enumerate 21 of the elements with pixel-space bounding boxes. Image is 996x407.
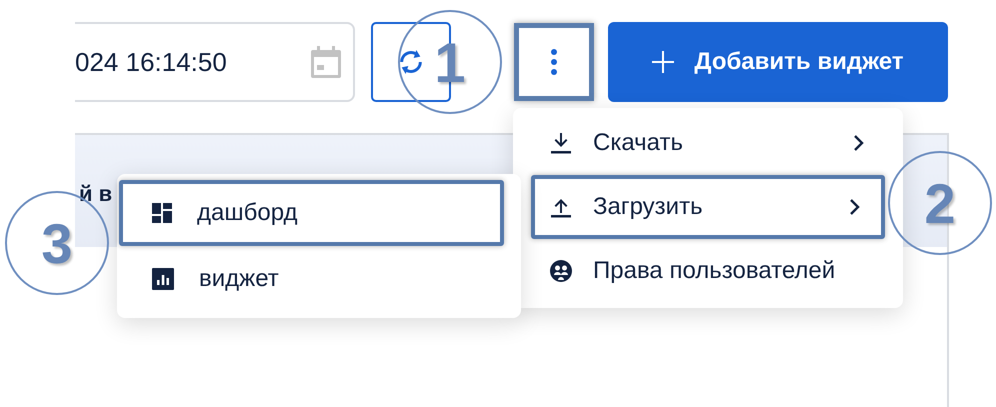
step-marker: 2 xyxy=(888,151,992,255)
menu-item[interactable]: Права пользователей xyxy=(531,239,885,303)
submenu-item[interactable]: дашборд xyxy=(119,180,504,246)
menu-item[interactable]: Загрузить xyxy=(531,175,885,239)
menu-item-label: Загрузить xyxy=(593,193,704,221)
download-icon xyxy=(549,131,573,155)
bar-chart-icon xyxy=(152,268,174,290)
menu-item[interactable]: Скачать xyxy=(531,111,885,175)
plus-icon xyxy=(652,51,674,73)
submenu-item-label: дашборд xyxy=(197,199,298,227)
submenu-item[interactable]: виджет xyxy=(119,246,504,312)
add-widget-button[interactable]: Добавить виджет xyxy=(608,22,948,102)
dashboard-icon xyxy=(152,203,172,223)
menu-item-label: Права пользователей xyxy=(593,257,836,285)
users-icon xyxy=(549,259,573,283)
menu-item-label: Скачать xyxy=(593,129,684,157)
calendar-icon xyxy=(311,46,341,78)
submenu-item-label: виджет xyxy=(199,265,279,293)
more-button[interactable] xyxy=(514,23,594,101)
more-icon xyxy=(550,48,558,76)
date-field[interactable]: 024 16:14:50 xyxy=(75,22,355,102)
